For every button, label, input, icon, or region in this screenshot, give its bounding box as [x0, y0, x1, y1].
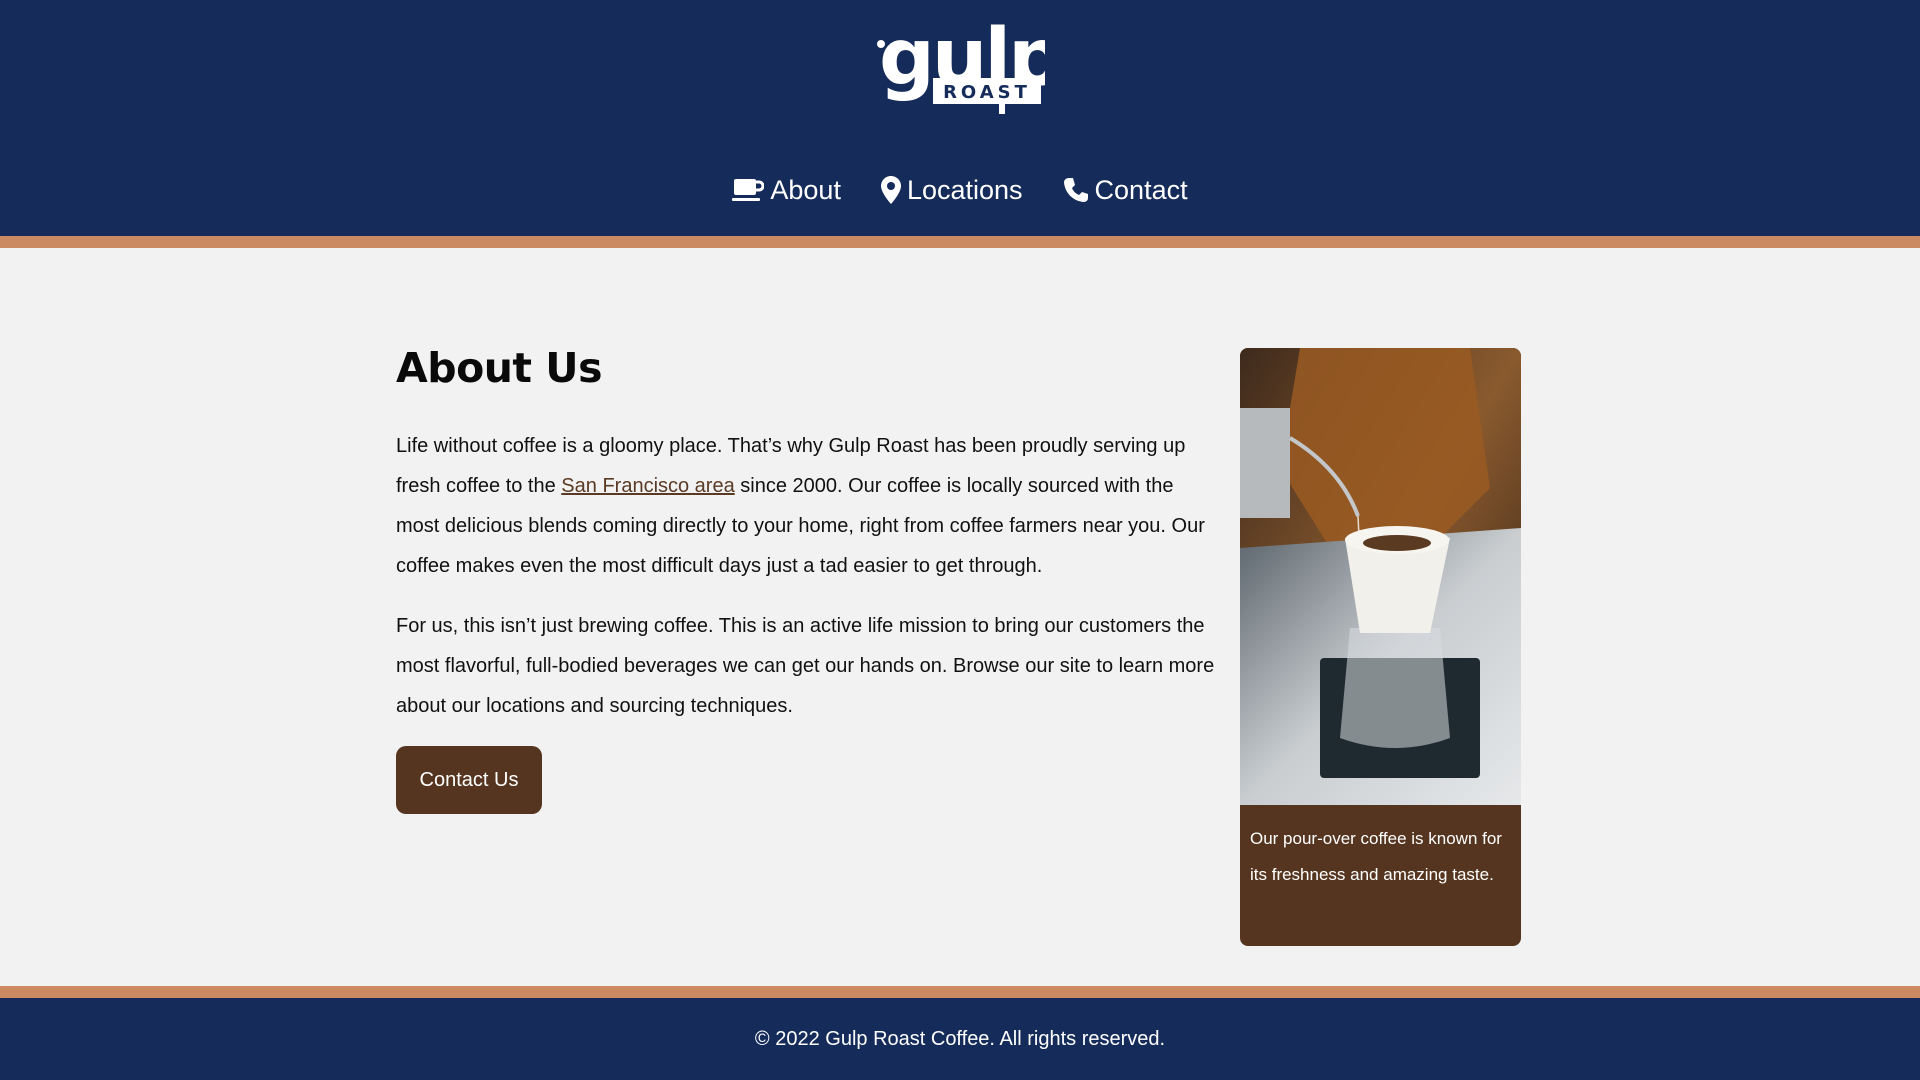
nav-item-about[interactable]: About: [732, 175, 841, 206]
contact-us-button[interactable]: Contact Us: [396, 746, 542, 814]
svg-text:ROAST: ROAST: [943, 82, 1031, 103]
pour-over-figure: Our pour-over coffee is known for its fr…: [1240, 348, 1521, 946]
footer-accent-border: [0, 986, 1920, 998]
site-footer: © 2022 Gulp Roast Coffee. All rights res…: [0, 998, 1920, 1080]
about-section: About Us Life without coffee is a gloomy…: [396, 340, 1216, 814]
site-header: gulp ROAST About Locations Contact: [0, 0, 1920, 236]
copyright-text: © 2022 Gulp Roast Coffee. All rights res…: [754, 1027, 1166, 1050]
mission-paragraph: For us, this isn’t just brewing coffee. …: [396, 615, 1215, 717]
phone-icon: [1063, 177, 1089, 203]
nav-label-about: About: [770, 174, 841, 205]
map-pin-icon: [880, 176, 901, 204]
page-title: About Us: [396, 344, 603, 392]
gulp-roast-logo[interactable]: gulp ROAST: [875, 10, 1064, 118]
main-nav: About Locations Contact: [0, 168, 1920, 212]
intro-paragraph: Life without coffee is a gloomy place. T…: [396, 426, 1216, 586]
nav-label-locations: Locations: [906, 174, 1023, 205]
san-francisco-link[interactable]: San Francisco area: [561, 475, 734, 497]
coffee-cup-icon: [732, 177, 765, 203]
nav-item-contact[interactable]: Contact: [1063, 175, 1188, 206]
header-accent-border: [0, 236, 1920, 248]
pour-over-coffee-photo: [1240, 348, 1521, 805]
nav-item-locations[interactable]: Locations: [880, 174, 1023, 206]
photo-caption: Our pour-over coffee is known for its fr…: [1250, 829, 1502, 884]
nav-label-contact: Contact: [1094, 174, 1188, 205]
